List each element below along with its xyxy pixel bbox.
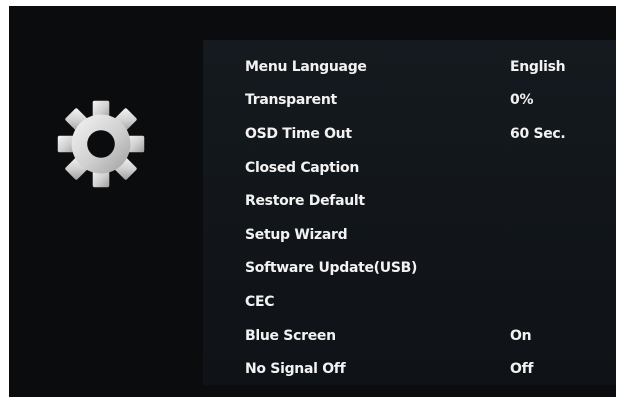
menu-item-cec[interactable]: CEC [245, 285, 616, 319]
menu-item-label: CEC [245, 293, 275, 310]
menu-item-value: English [510, 58, 566, 75]
menu-item-label: Transparent [245, 92, 337, 109]
menu-item-value: Off [510, 361, 534, 378]
menu-item-label: Restore Default [245, 193, 365, 210]
menu-item-setup-wizard[interactable]: Setup Wizard [245, 218, 616, 252]
menu-item-label: Menu Language [245, 58, 367, 75]
menu-item-restore-default[interactable]: Restore Default [245, 184, 616, 218]
menu-item-label: Blue Screen [245, 327, 336, 344]
menu-item-label: Closed Caption [245, 159, 360, 176]
gear-icon [55, 98, 147, 190]
menu-item-osd-time-out[interactable]: OSD Time Out 60 Sec. [245, 117, 616, 151]
osd-screen: Menu Language English Transparent 0% OSD… [9, 6, 616, 397]
menu-item-value: 0% [510, 92, 534, 109]
menu-item-menu-language[interactable]: Menu Language English [245, 50, 616, 84]
settings-menu: Menu Language English Transparent 0% OSD… [245, 50, 616, 386]
menu-item-no-signal-off[interactable]: No Signal Off Off [245, 352, 616, 386]
menu-item-software-update[interactable]: Software Update(USB) [245, 252, 616, 286]
menu-item-label: Software Update(USB) [245, 260, 418, 277]
menu-item-closed-caption[interactable]: Closed Caption [245, 151, 616, 185]
menu-item-blue-screen[interactable]: Blue Screen On [245, 319, 616, 353]
menu-item-transparent[interactable]: Transparent 0% [245, 84, 616, 118]
menu-item-label: OSD Time Out [245, 125, 352, 142]
menu-item-value: 60 Sec. [510, 125, 566, 142]
menu-item-value: On [510, 327, 532, 344]
menu-item-label: No Signal Off [245, 361, 346, 378]
menu-item-label: Setup Wizard [245, 226, 348, 243]
